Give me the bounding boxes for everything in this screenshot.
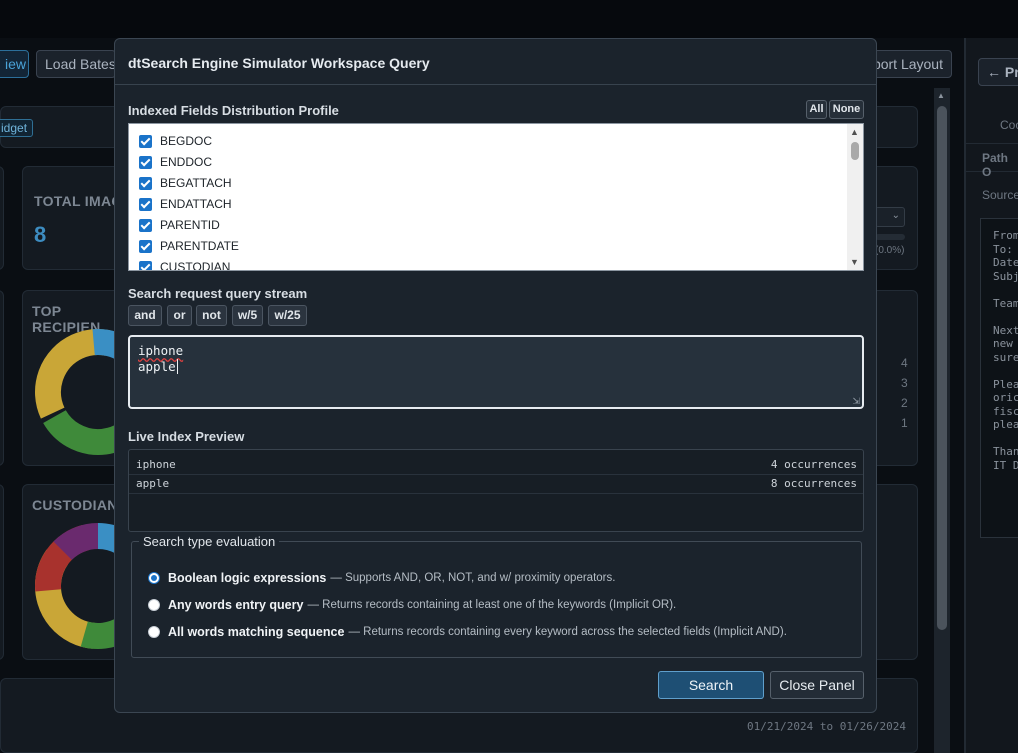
widget-badge[interactable]: idget (0, 119, 34, 137)
axis-tick: 4 (901, 356, 908, 370)
query-textarea[interactable]: iphone apple ⇲ (128, 335, 864, 409)
card-edge-left (0, 290, 4, 466)
modal-title: dtSearch Engine Simulator Workspace Quer… (128, 55, 430, 71)
progress-bar (875, 234, 905, 240)
date-range: 01/21/2024 to 01/26/2024 (747, 720, 906, 733)
radio-unselected[interactable] (148, 626, 160, 638)
path-tab-bar: Path O (966, 144, 1018, 179)
preview-label: Live Index Preview (128, 429, 245, 444)
field-checkbox[interactable] (139, 260, 152, 270)
field-option[interactable]: ENDDOC (139, 152, 212, 172)
query-line: iphone (138, 343, 184, 358)
field-name: ENDDOC (160, 155, 213, 169)
preview-row: apple 8 occurrences (129, 475, 863, 494)
field-name: PARENTID (160, 218, 220, 232)
select-none-button[interactable]: None (829, 100, 864, 119)
fields-list[interactable]: BEGDOC ENDDOC BEGATTACH ENDATTACH PARENTID PA… (128, 123, 864, 271)
total-images-value: 8 (34, 222, 47, 247)
email-preview-text: From To: Date Subj Team Next new sure Pl… (993, 229, 1018, 472)
preview-row: iphone 4 occurrences (129, 456, 863, 475)
fields-label: Indexed Fields Distribution Profile (128, 103, 339, 118)
preview-term: iphone (136, 458, 176, 471)
filter-select[interactable]: ⌄ (875, 207, 905, 227)
scroll-up-icon[interactable]: ▲ (850, 127, 859, 137)
live-preview: iphone 4 occurrences apple 8 occurrences (128, 449, 864, 532)
app-top-bar (0, 0, 1018, 38)
field-option[interactable]: CUSTODIAN (139, 257, 231, 271)
field-option[interactable]: ENDATTACH (139, 194, 232, 214)
field-checkbox[interactable] (139, 239, 152, 253)
resize-handle-icon[interactable]: ⇲ (852, 396, 860, 407)
search-modal: dtSearch Engine Simulator Workspace Quer… (114, 38, 877, 713)
search-type-any-words[interactable]: Any words entry query — Returns records … (148, 596, 676, 614)
operator-w25-button[interactable]: w/25 (268, 305, 307, 326)
axis-tick: 3 (901, 376, 908, 390)
email-preview: From To: Date Subj Team Next new sure Pl… (980, 218, 1018, 538)
field-checkbox[interactable] (139, 197, 152, 211)
scroll-up-icon[interactable]: ▲ (937, 91, 945, 100)
total-images-label: TOTAL IMAG (34, 193, 123, 209)
chevron-down-icon: ⌄ (891, 210, 900, 221)
tab-coc[interactable]: Coc (1000, 118, 1018, 132)
field-name: PARENTDATE (160, 239, 239, 253)
back-button[interactable]: ← Pr (978, 58, 1018, 86)
field-name: ENDATTACH (160, 197, 232, 211)
search-type-title: Any words entry query (168, 598, 304, 612)
operator-w5-button[interactable]: w/5 (232, 305, 263, 326)
radio-unselected[interactable] (148, 599, 160, 611)
operator-and-button[interactable]: and (128, 305, 162, 326)
card-edge-left-2 (0, 484, 4, 660)
radio-selected[interactable] (148, 572, 160, 584)
load-bates-button[interactable]: Load Bates (36, 50, 116, 78)
search-type-title: Boolean logic expressions (168, 571, 327, 585)
tab-path[interactable]: Path O (982, 151, 1018, 179)
search-type-desc: — Supports AND, OR, NOT, and w/ proximit… (330, 572, 616, 584)
field-option[interactable]: PARENTDATE (139, 236, 239, 256)
search-type-boolean[interactable]: Boolean logic expressions — Supports AND… (148, 569, 615, 587)
fields-scrollbar[interactable]: ▲ ▼ (847, 124, 863, 270)
select-all-button[interactable]: All (806, 100, 827, 119)
field-checkbox[interactable] (139, 134, 152, 148)
modal-header: dtSearch Engine Simulator Workspace Quer… (115, 39, 876, 85)
operator-or-button[interactable]: or (167, 305, 192, 326)
progress-percent: (0.0%) (875, 245, 905, 256)
field-option[interactable]: PARENTID (139, 215, 220, 235)
source-label: Source (982, 188, 1018, 202)
field-name: BEGATTACH (160, 176, 232, 190)
page-scrollbar-thumb[interactable] (937, 106, 947, 630)
field-checkbox[interactable] (139, 155, 152, 169)
right-panel: ← Pr Coc Path O Source From To: Date Sub… (964, 38, 1018, 753)
field-name: BEGDOC (160, 134, 213, 148)
field-checkbox[interactable] (139, 218, 152, 232)
axis-tick: 2 (901, 396, 908, 410)
query-line: apple (138, 359, 178, 374)
search-type-legend: Search type evaluation (139, 534, 280, 549)
close-panel-button[interactable]: Close Panel (770, 671, 864, 699)
field-name: CUSTODIAN (160, 260, 231, 271)
field-option[interactable]: BEGATTACH (139, 173, 232, 193)
field-checkbox[interactable] (139, 176, 152, 190)
fields-scrollbar-thumb[interactable] (851, 142, 859, 160)
view-button[interactable]: iew (0, 50, 29, 78)
search-type-title: All words matching sequence (168, 625, 345, 639)
preview-term: apple (136, 477, 170, 490)
preview-count: 8 occurrences (770, 477, 857, 490)
search-type-desc: — Returns records containing at least on… (307, 599, 677, 611)
stat-card-left (0, 166, 4, 270)
search-type-all-words[interactable]: All words matching sequence — Returns re… (148, 623, 787, 641)
preview-count: 4 occurrences (770, 458, 857, 471)
query-label: Search request query stream (128, 286, 308, 301)
search-button[interactable]: Search (658, 671, 764, 699)
field-option[interactable]: BEGDOC (139, 131, 212, 151)
search-type-desc: — Returns records containing every keywo… (348, 626, 787, 638)
operator-not-button[interactable]: not (196, 305, 227, 326)
axis-tick: 1 (901, 416, 908, 430)
scroll-down-icon[interactable]: ▼ (850, 257, 859, 267)
right-tab-bar: Coc (966, 108, 1018, 144)
